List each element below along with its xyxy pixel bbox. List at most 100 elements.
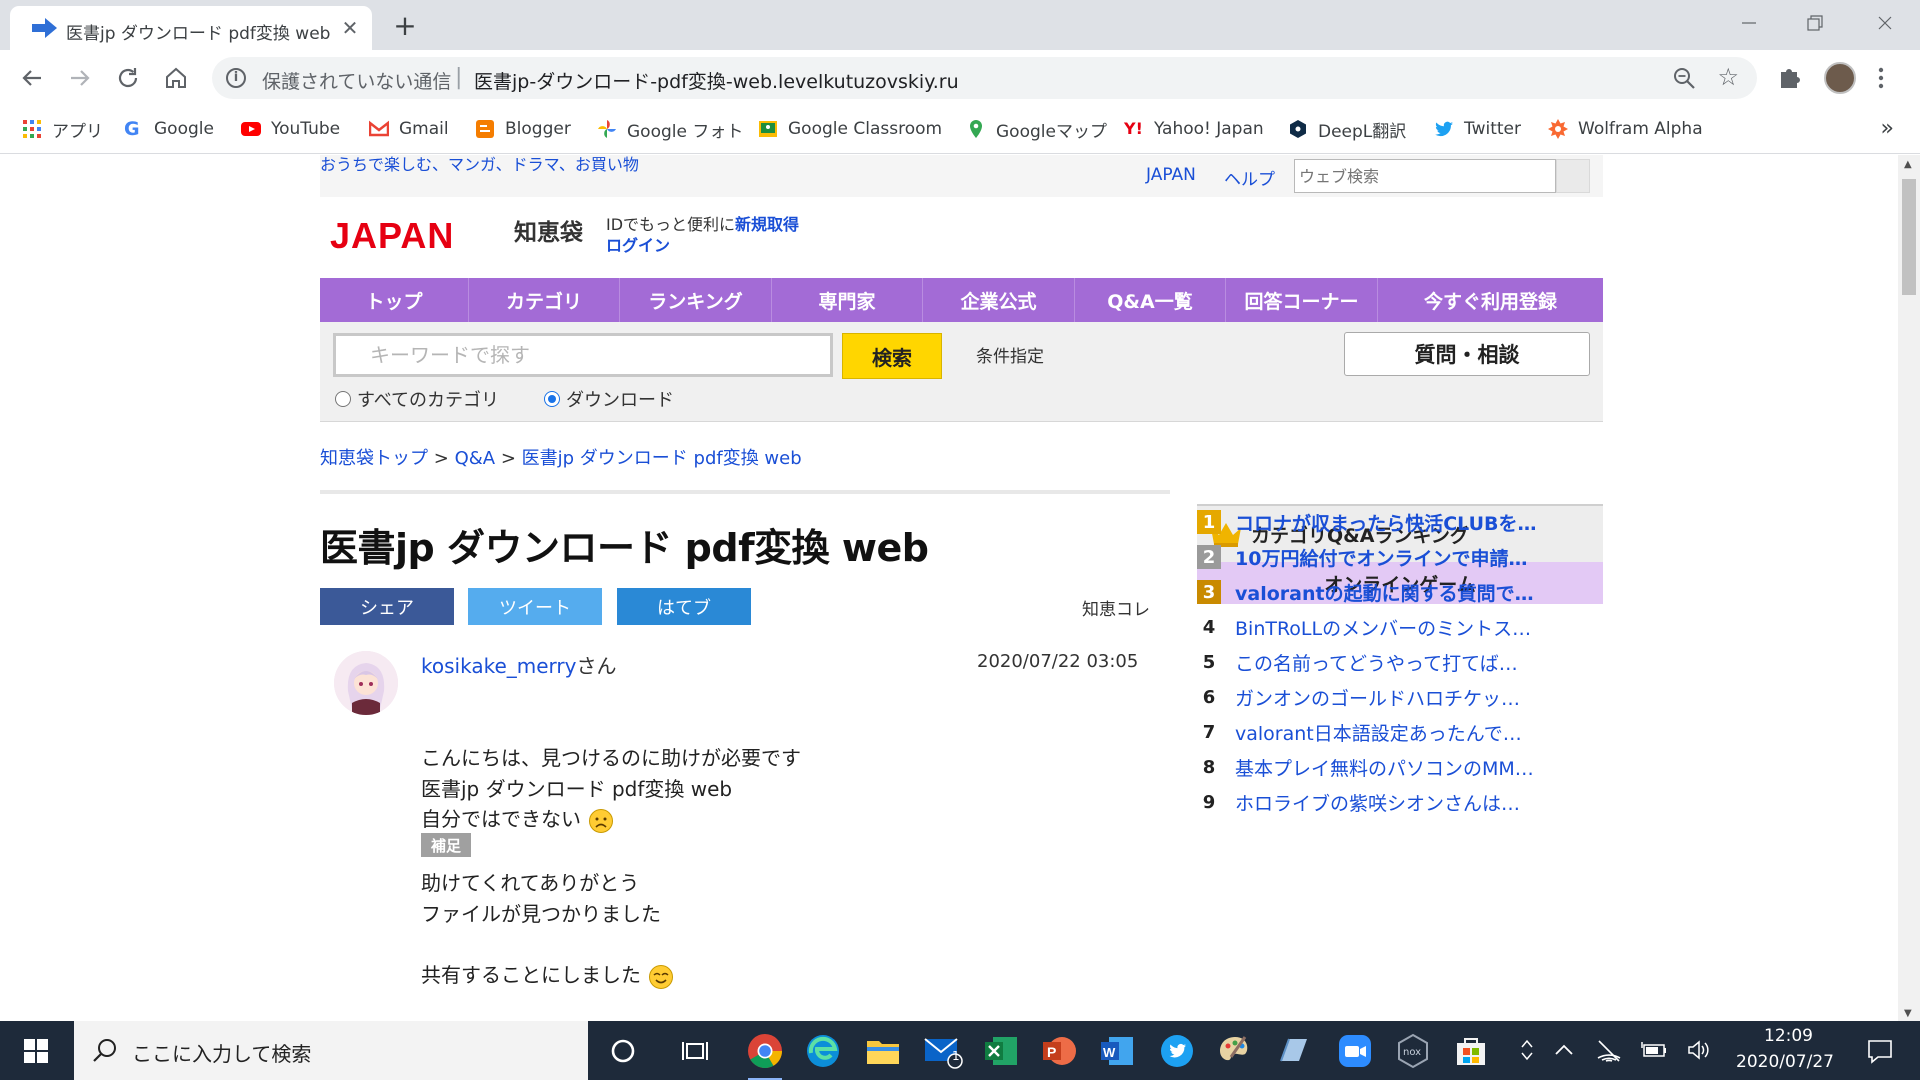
ranking-item[interactable]: 5 この名前ってどうやって打てば… (1197, 647, 1518, 677)
web-search-button[interactable] (1556, 159, 1590, 193)
zoom-icon[interactable] (1673, 67, 1695, 89)
bookmark-twitter[interactable]: Twitter (1434, 114, 1521, 144)
share-twitter-button[interactable]: ツイート (468, 588, 602, 625)
ranking-item[interactable]: 3 valorantの起動に関する質問で… (1197, 577, 1534, 607)
address-bar[interactable]: i 保護されていない通信 | 医書jp-ダウンロード-pdf変換-web.lev… (212, 57, 1757, 99)
menu-kebab-icon[interactable] (1876, 62, 1886, 94)
radio-button-selected[interactable] (544, 391, 560, 407)
breadcrumb-current[interactable]: 医書jp ダウンロード pdf変換 web (522, 448, 802, 469)
rank-link[interactable]: BinTRoLLのメンバーのミントス… (1235, 614, 1531, 641)
ranking-item[interactable]: 4 BinTRoLLのメンバーのミントス… (1197, 612, 1531, 642)
bookmark-youtube[interactable]: YouTube (241, 114, 340, 144)
powerpoint-icon[interactable]: P (1038, 1030, 1080, 1072)
bookmark-google-classroom[interactable]: Google Classroom (758, 114, 942, 144)
rank-link[interactable]: valorant日本語設定あったんで… (1235, 719, 1522, 746)
wifi-icon[interactable] (1596, 1038, 1622, 1062)
zoom-app-icon[interactable] (1334, 1030, 1376, 1072)
ask-question-button[interactable]: 質問・相談 (1344, 332, 1590, 376)
web-search-input[interactable] (1294, 159, 1556, 193)
bookmark-deepl[interactable]: DeepL翻訳 (1288, 114, 1406, 144)
chiekore-link[interactable]: 知恵コレ (1082, 595, 1150, 620)
user-avatar[interactable] (334, 651, 398, 715)
microsoft-store-icon[interactable] (1450, 1030, 1492, 1072)
tray-scroll-icon[interactable] (1520, 1037, 1534, 1063)
ranking-item[interactable]: 7 valorant日本語設定あったんで… (1197, 717, 1522, 747)
bookmark-star-icon[interactable]: ☆ (1717, 65, 1739, 89)
radio-download[interactable]: ダウンロード (544, 386, 674, 412)
profile-avatar[interactable] (1824, 62, 1856, 94)
clock-date[interactable]: 2020/07/27 (1736, 1052, 1834, 1072)
security-label[interactable]: 保護されていない通信 (262, 67, 451, 94)
word-icon[interactable]: W (1096, 1030, 1138, 1072)
site-logo[interactable]: JAPAN (330, 215, 454, 257)
scroll-down-arrow-icon[interactable]: ▼ (1904, 1008, 1912, 1019)
cortana-icon[interactable] (602, 1030, 644, 1072)
scroll-thumb[interactable] (1902, 179, 1916, 295)
rank-link[interactable]: valorantの起動に関する質問で… (1235, 579, 1534, 606)
forward-icon[interactable] (64, 62, 96, 94)
bookmark-google[interactable]: G Google (124, 114, 214, 144)
rank-link[interactable]: コロナが収まったら快活CLUBを… (1235, 509, 1537, 536)
tab-close-icon[interactable]: ✕ (338, 16, 362, 40)
nav-top[interactable]: トップ (320, 278, 469, 322)
mail-icon[interactable]: 1 (922, 1030, 964, 1072)
ranking-item[interactable]: 9 ホロライブの紫咲シオンさんは… (1197, 787, 1520, 817)
login-link[interactable]: ログイン (606, 232, 670, 256)
breadcrumb-qa[interactable]: Q&A (455, 448, 496, 469)
nox-player-icon[interactable]: nox (1392, 1030, 1434, 1072)
rank-link[interactable]: この名前ってどうやって打てば… (1235, 649, 1518, 676)
paint-icon[interactable] (1214, 1030, 1256, 1072)
rank-link[interactable]: ガンオンのゴールドハロチケッ… (1235, 684, 1520, 711)
tagline-link[interactable]: おうちで楽しむ、マンガ、ドラマ、お買い物 (320, 155, 639, 175)
taskbar-search-box[interactable]: ここに入力して検索 (74, 1021, 588, 1080)
ranking-item[interactable]: 1 コロナが収まったら快活CLUBを… (1197, 507, 1537, 537)
url-text[interactable]: 医書jp-ダウンロード-pdf変換-web.levelkutuzovskiy.r… (474, 67, 959, 94)
nav-category[interactable]: カテゴリ (469, 278, 620, 322)
twitter-taskbar-icon[interactable] (1156, 1030, 1198, 1072)
bookmark-google-photos[interactable]: Google フォト (597, 114, 743, 144)
edge-taskbar-icon[interactable] (802, 1030, 844, 1072)
new-tab-button[interactable]: + (390, 12, 420, 42)
service-logo[interactable]: 知恵袋 (514, 213, 583, 247)
rank-link[interactable]: ホロライブの紫咲シオンさんは… (1235, 789, 1520, 816)
info-icon[interactable]: i (226, 68, 246, 88)
clock-time[interactable]: 12:09 (1764, 1026, 1813, 1046)
bookmark-wolfram[interactable]: Wolfram Alpha (1548, 114, 1703, 144)
volume-icon[interactable] (1686, 1039, 1710, 1061)
nav-qa-list[interactable]: Q&A一覧 (1075, 278, 1226, 322)
search-button[interactable]: 検索 (842, 333, 942, 379)
breadcrumb-home[interactable]: 知恵袋トップ (320, 448, 428, 469)
ranking-item[interactable]: 6 ガンオンのゴールドハロチケッ… (1197, 682, 1520, 712)
nav-ranking[interactable]: ランキング (620, 278, 772, 322)
nav-official[interactable]: 企業公式 (923, 278, 1075, 322)
rank-link[interactable]: 基本プレイ無料のパソコンのMM… (1235, 754, 1534, 781)
share-hatena-button[interactable]: はてブ (617, 588, 751, 625)
browser-tab[interactable]: 医書jp ダウンロード pdf変換 web ✕ (10, 6, 372, 50)
chevron-up-icon[interactable] (1553, 1039, 1575, 1061)
bookmark-apps[interactable]: アプリ (22, 114, 103, 144)
task-view-icon[interactable] (674, 1030, 716, 1072)
notification-center-icon[interactable] (1866, 1038, 1894, 1064)
bookmark-yahoo[interactable]: Y! Yahoo! Japan (1124, 114, 1264, 144)
excel-icon[interactable] (980, 1030, 1022, 1072)
restore-icon[interactable] (1790, 6, 1840, 40)
help-link[interactable]: ヘルプ (1224, 165, 1275, 190)
close-window-icon[interactable] (1860, 6, 1910, 40)
extensions-puzzle-icon[interactable] (1777, 64, 1803, 90)
file-explorer-icon[interactable] (862, 1030, 904, 1072)
scroll-up-arrow-icon[interactable]: ▲ (1904, 159, 1912, 170)
radio-all-categories[interactable]: すべてのカテゴリ (335, 386, 499, 412)
home-icon[interactable] (160, 62, 192, 94)
chrome-taskbar-icon[interactable] (744, 1030, 786, 1080)
bookmark-blogger[interactable]: Blogger (475, 114, 571, 144)
ranking-item[interactable]: 2 10万円給付でオンラインで申請… (1197, 542, 1527, 572)
bookmarks-overflow-icon[interactable]: » (1881, 116, 1894, 141)
nav-register[interactable]: 今すぐ利用登録 (1378, 278, 1603, 322)
advanced-search-link[interactable]: 条件指定 (976, 342, 1044, 367)
ranking-item[interactable]: 8 基本プレイ無料のパソコンのMM… (1197, 752, 1534, 782)
author-link[interactable]: kosikake_merry (421, 654, 576, 678)
page-scrollbar[interactable]: ▲ ▼ (1898, 155, 1920, 1021)
nav-answer-corner[interactable]: 回答コーナー (1226, 278, 1378, 322)
rank-link[interactable]: 10万円給付でオンラインで申請… (1235, 544, 1527, 571)
snip-sketch-icon[interactable] (1272, 1030, 1314, 1072)
